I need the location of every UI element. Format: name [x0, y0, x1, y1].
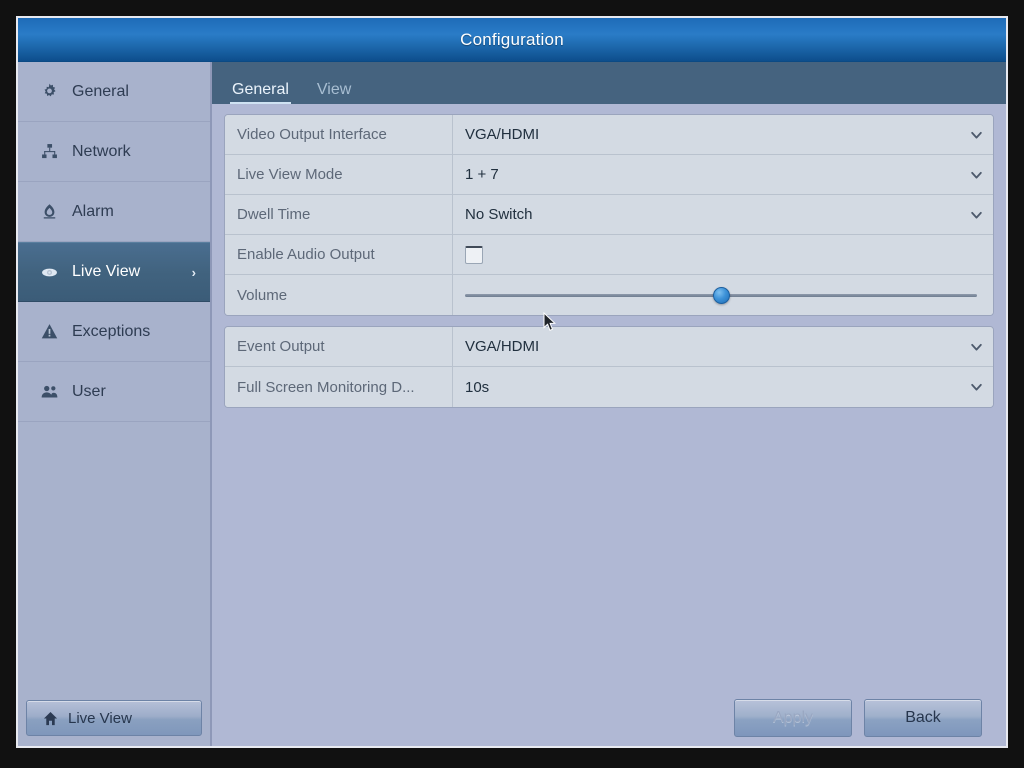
- sidebar-item-label: Network: [72, 142, 131, 160]
- live-view-button[interactable]: Live View: [26, 700, 202, 736]
- content-area: General View Video Output Interface VGA/HD…: [212, 62, 1006, 746]
- select-full-screen-monitoring-d[interactable]: 10s: [453, 367, 993, 407]
- volume-slider[interactable]: [453, 275, 993, 315]
- alarm-icon: [40, 203, 58, 221]
- table-row: Full Screen Monitoring D... 10s: [225, 367, 993, 407]
- slider-thumb[interactable]: [713, 287, 730, 304]
- select-video-output-interface[interactable]: VGA/HDMI: [453, 115, 993, 154]
- users-icon: [40, 383, 58, 401]
- setting-label: Volume: [225, 275, 453, 315]
- tab-general[interactable]: General: [220, 82, 301, 104]
- table-row: Volume: [225, 275, 993, 315]
- live-view-button-label: Live View: [68, 709, 132, 727]
- tab-view[interactable]: View: [305, 82, 363, 104]
- sidebar-item-user[interactable]: User: [18, 362, 210, 422]
- sidebar: General Network Alarm Live View › Exceptions U…: [18, 62, 212, 746]
- sidebar-item-label: Live View: [72, 263, 141, 280]
- table-row: Video Output Interface VGA/HDMI: [225, 115, 993, 155]
- table-row: Event Output VGA/HDMI: [225, 327, 993, 367]
- setting-label: Event Output: [225, 327, 453, 366]
- sidebar-item-label: User: [72, 382, 106, 400]
- setting-label: Full Screen Monitoring D...: [225, 367, 453, 407]
- select-value: 10s: [465, 378, 490, 396]
- checkbox-enable-audio-output[interactable]: [453, 235, 993, 274]
- event-output-group: Event Output VGA/HDMI Full Screen Monitori…: [224, 326, 994, 408]
- tab-bar: General View: [212, 62, 1006, 104]
- select-value: No Switch: [465, 206, 533, 223]
- sidebar-menu: General Network Alarm Live View › Exceptions U…: [18, 62, 210, 690]
- chevron-down-icon: [970, 208, 983, 221]
- select-event-output[interactable]: VGA/HDMI: [453, 327, 993, 366]
- chevron-down-icon: [970, 168, 983, 181]
- setting-label: Live View Mode: [225, 155, 453, 194]
- sidebar-item-live-view[interactable]: Live View ›: [18, 242, 210, 302]
- chevron-right-icon: ›: [191, 264, 196, 280]
- footer-bar: Apply Back: [212, 690, 1006, 746]
- window-body: General Network Alarm Live View › Exceptions U…: [18, 62, 1006, 746]
- sidebar-footer: Live View: [18, 690, 210, 746]
- table-row: Enable Audio Output: [225, 235, 993, 275]
- network-icon: [40, 143, 58, 161]
- select-value: VGA/HDMI: [465, 338, 540, 355]
- chevron-down-icon: [970, 340, 983, 353]
- home-icon: [43, 711, 58, 726]
- select-value: VGA/HDMI: [465, 126, 540, 143]
- checkbox-box[interactable]: [465, 245, 483, 264]
- sidebar-item-label: General: [72, 82, 129, 100]
- apply-button[interactable]: Apply: [734, 699, 852, 737]
- select-value: 1 + 7: [465, 166, 499, 183]
- setting-label: Dwell Time: [225, 195, 453, 234]
- setting-label: Enable Audio Output: [225, 235, 453, 274]
- setting-label: Video Output Interface: [225, 115, 453, 154]
- chevron-down-icon: [970, 381, 983, 394]
- sidebar-item-label: Exceptions: [72, 322, 151, 340]
- warning-icon: [40, 323, 58, 341]
- sidebar-item-alarm[interactable]: Alarm: [18, 182, 210, 242]
- sidebar-item-label: Alarm: [72, 202, 114, 220]
- table-row: Dwell Time No Switch: [225, 195, 993, 235]
- title-bar: Configuration: [18, 18, 1006, 62]
- slider-area[interactable]: [465, 286, 977, 304]
- sidebar-item-general[interactable]: General: [18, 62, 210, 122]
- live-view-general-group: Video Output Interface VGA/HDMI Live View …: [224, 114, 994, 316]
- back-button[interactable]: Back: [864, 699, 982, 737]
- gear-icon: [40, 83, 58, 101]
- sidebar-item-exceptions[interactable]: Exceptions: [18, 302, 210, 362]
- select-live-view-mode[interactable]: 1 + 7: [453, 155, 993, 194]
- eye-icon: [40, 263, 58, 281]
- table-row: Live View Mode 1 + 7: [225, 155, 993, 195]
- sidebar-item-network[interactable]: Network: [18, 122, 210, 182]
- chevron-down-icon: [970, 128, 983, 141]
- configuration-window: Configuration General Network Alarm Live Vi…: [16, 16, 1008, 748]
- select-dwell-time[interactable]: No Switch: [453, 195, 993, 234]
- settings-panel: Video Output Interface VGA/HDMI Live View …: [212, 104, 1006, 690]
- window-title: Configuration: [460, 29, 564, 49]
